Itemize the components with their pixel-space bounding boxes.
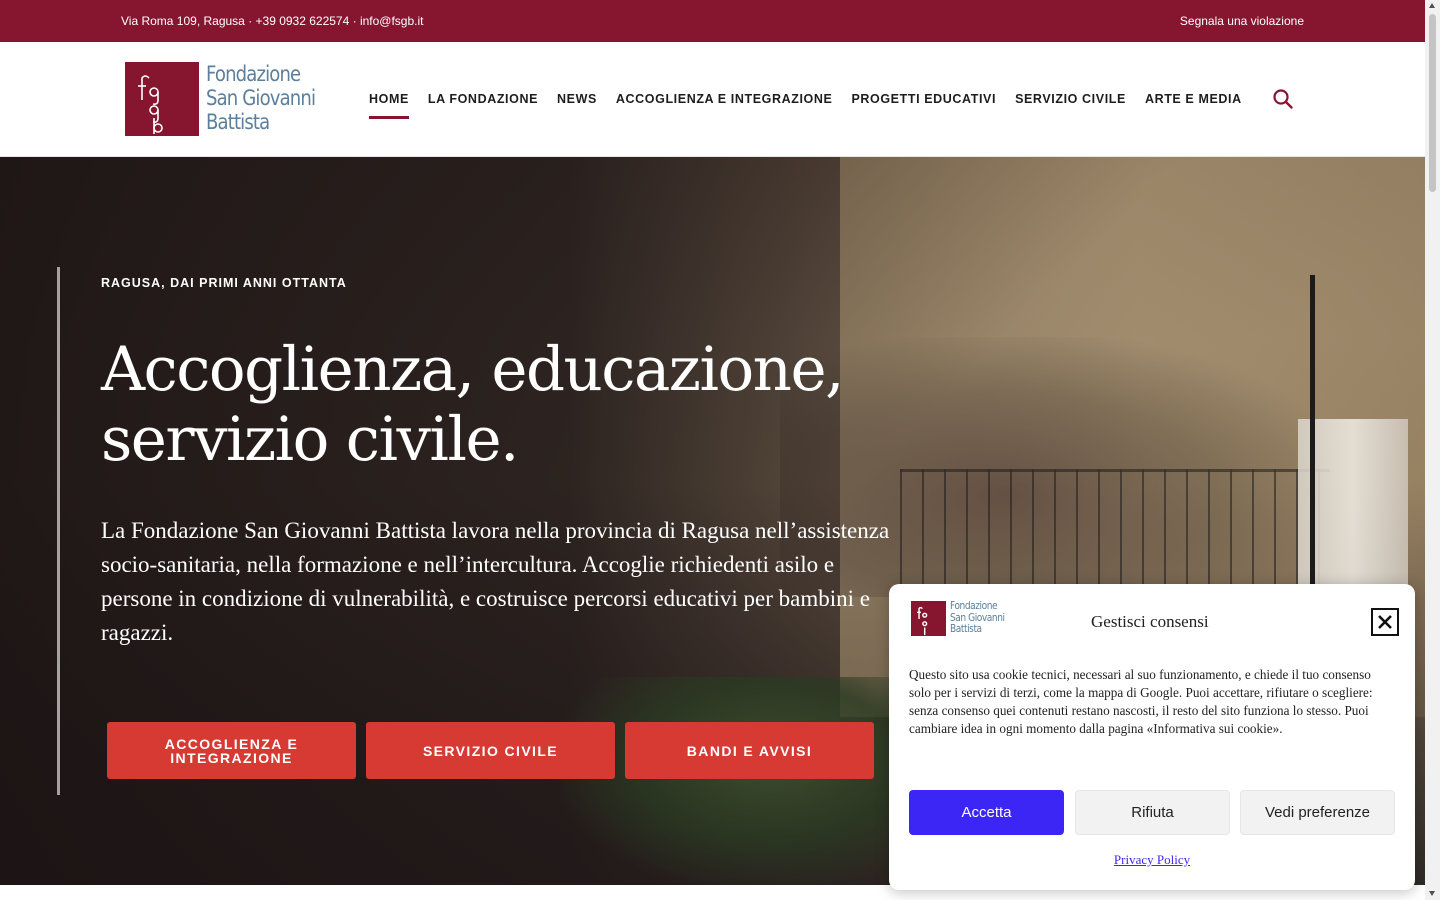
logo-wordmark: Fondazione San Giovanni Battista xyxy=(206,62,316,134)
scrollbar-thumb[interactable] xyxy=(1429,14,1436,192)
hero-headline-line-2: servizio civile. xyxy=(101,404,519,475)
nav-item-accoglienza[interactable]: ACCOGLIENZA E INTEGRAZIONE xyxy=(616,92,833,106)
hero-accent-line xyxy=(57,267,60,795)
top-bar: Via Roma 109, Ragusa · +39 0932 622574 ·… xyxy=(0,0,1425,42)
accept-cookies-button[interactable]: Accetta xyxy=(909,790,1064,835)
cta-bandi-avvisi-button[interactable]: BANDI E AVVISI xyxy=(625,722,874,779)
cookie-preferences-button[interactable]: Vedi preferenze xyxy=(1240,790,1395,835)
hero-photo-lamp-pole xyxy=(1310,275,1315,625)
site-header: Fondazione San Giovanni Battista HOME LA… xyxy=(0,42,1425,157)
logo-line-2: San Giovanni xyxy=(206,86,316,110)
cta-accoglienza-button[interactable]: ACCOGLIENZA E INTEGRAZIONE xyxy=(107,722,356,779)
nav-item-home[interactable]: HOME xyxy=(369,92,409,119)
scroll-down-arrow[interactable] xyxy=(1429,891,1435,896)
nav-item-news[interactable]: NEWS xyxy=(557,92,597,106)
cookie-title: Gestisci consensi xyxy=(1091,612,1209,631)
scroll-up-arrow[interactable] xyxy=(1429,3,1435,8)
logo-monogram xyxy=(125,62,199,136)
cookie-consent-modal: Fondazione San Giovanni Battista Gestisc… xyxy=(889,584,1415,890)
hero-eyebrow: RAGUSA, DAI PRIMI ANNI OTTANTA xyxy=(101,276,347,290)
nav-item-arte-e-media[interactable]: ARTE E MEDIA xyxy=(1145,92,1242,106)
logo-line-3: Battista xyxy=(206,110,270,134)
nav-item-servizio-civile[interactable]: SERVIZIO CIVILE xyxy=(1015,92,1126,106)
nav-item-progetti-educativi[interactable]: PROGETTI EDUCATIVI xyxy=(851,92,996,106)
cookie-logo-line-3: Battista xyxy=(950,623,982,635)
report-violation-link[interactable]: Segnala una violazione xyxy=(1180,14,1304,28)
cookie-description: Questo sito usa cookie tecnici, necessar… xyxy=(909,667,1373,736)
hero-headline-line-1: Accoglienza, educazione, xyxy=(101,334,844,405)
cookie-logo-line-1: Fondazione xyxy=(950,600,998,612)
logo-line-1: Fondazione xyxy=(206,62,301,86)
cookie-logo-wordmark: Fondazione San Giovanni Battista xyxy=(950,600,1005,636)
cookie-logo: Fondazione San Giovanni Battista xyxy=(911,600,1011,638)
close-icon[interactable] xyxy=(1371,608,1399,636)
cookie-logo-monogram xyxy=(911,601,946,636)
hero-headline: Accoglienza, educazione, servizio civile… xyxy=(101,335,861,475)
contact-info: Via Roma 109, Ragusa · +39 0932 622574 ·… xyxy=(121,14,424,28)
search-icon[interactable] xyxy=(1272,88,1294,110)
site-logo[interactable]: Fondazione San Giovanni Battista xyxy=(125,62,330,138)
privacy-policy-link[interactable]: Privacy Policy xyxy=(1114,852,1190,867)
hero-photo-railing xyxy=(900,469,1330,589)
cta-servizio-civile-button[interactable]: SERVIZIO CIVILE xyxy=(366,722,615,779)
privacy-policy-row: Privacy Policy xyxy=(889,852,1415,868)
main-nav: HOME LA FONDAZIONE NEWS ACCOGLIENZA E IN… xyxy=(369,92,1242,119)
page-scrollbar[interactable] xyxy=(1425,0,1440,900)
nav-item-la-fondazione[interactable]: LA FONDAZIONE xyxy=(428,92,538,106)
hero-intro: La Fondazione San Giovanni Battista lavo… xyxy=(101,518,890,645)
deny-cookies-button[interactable]: Rifiuta xyxy=(1075,790,1230,835)
